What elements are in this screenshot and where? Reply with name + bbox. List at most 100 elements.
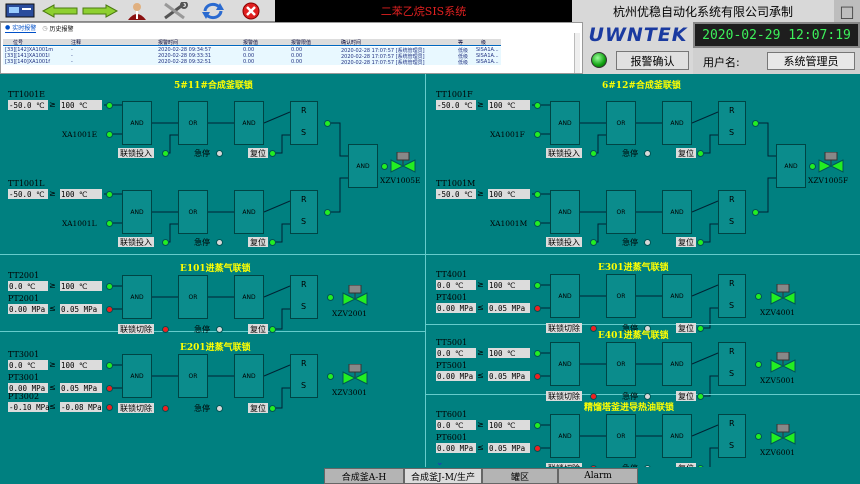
interlock-bypass-button[interactable]: 联锁切除	[118, 324, 154, 334]
pressure-input-2-status-dot	[106, 404, 113, 411]
nav-tank-farm[interactable]: 罐区	[482, 468, 558, 484]
reset-status-dot	[269, 326, 276, 333]
estop-label: 急停	[194, 404, 210, 413]
shutoff-valve-icon[interactable]	[770, 424, 796, 446]
and-out-dot	[381, 163, 388, 170]
window-restore-button[interactable]: □	[834, 0, 860, 22]
alarm-row[interactable]: [33][140]XA1001f - 2020-02-28 09:32:51 0…	[3, 59, 501, 66]
divider	[425, 324, 860, 325]
and-out-dot	[809, 163, 816, 170]
estop-status-dot	[644, 239, 651, 246]
shutoff-valve-icon[interactable]	[390, 152, 416, 174]
enable-status-dot	[590, 150, 597, 157]
temp-input-status-dot	[534, 191, 541, 198]
rs-r-label: R	[729, 106, 735, 115]
temp-input-status-dot	[106, 102, 113, 109]
estop-label: 急停	[194, 149, 210, 158]
or-gate: OR	[606, 274, 636, 318]
and-gate: AND	[234, 354, 264, 398]
interlock-bypass-button[interactable]: 联锁切除	[118, 403, 154, 413]
logo: UWNTEK	[583, 22, 693, 48]
operator-icon[interactable]	[124, 2, 150, 20]
back-arrow-icon[interactable]	[42, 2, 78, 20]
and-gate: AND	[122, 190, 152, 234]
compare-symbol: ≤	[49, 383, 56, 392]
and-gate: AND	[776, 144, 806, 188]
temp-input-value: -50.0 ℃	[8, 100, 48, 110]
compare-symbol: ≥	[477, 189, 484, 198]
rs-latch: RS	[290, 354, 318, 398]
interlock-enable-button[interactable]: 联锁投入	[118, 148, 154, 158]
valve-tag: XZV1005F	[808, 176, 849, 185]
valve-tag: XZV5001	[760, 376, 796, 385]
ack-area: 报警确认	[583, 48, 693, 74]
rs-s-label: S	[301, 302, 307, 311]
valve-tag: XZV2001	[332, 309, 368, 318]
nav-reactor-a-h[interactable]: 合成釜A-H	[324, 468, 404, 484]
clock: 2020-02-29 12:07:19	[693, 22, 860, 48]
shutoff-valve-icon[interactable]	[770, 352, 796, 374]
reset-button[interactable]: 复位	[676, 237, 696, 247]
estop-status-dot	[644, 150, 651, 157]
tab-history-alarm[interactable]: ◷ 历史报警	[42, 24, 73, 33]
bypass-status-dot	[590, 325, 597, 332]
interlock-enable-button[interactable]: 联锁投入	[546, 148, 582, 158]
monitor-icon[interactable]	[4, 2, 36, 20]
reset-status-dot	[269, 239, 276, 246]
reset-button[interactable]: 复位	[248, 324, 268, 334]
interlock-enable-button[interactable]: 联锁投入	[546, 237, 582, 247]
rs-latch: RS	[290, 101, 318, 145]
forward-arrow-icon[interactable]	[82, 2, 118, 20]
close-circle-icon[interactable]	[236, 2, 266, 20]
temp-input-status-dot	[534, 350, 541, 357]
alarm-scrollbar[interactable]	[574, 33, 580, 73]
temp-input-value: -50.0 ℃	[436, 189, 476, 199]
pressure-input-limit: 0.05 MPa	[488, 303, 530, 313]
reset-button[interactable]: 复位	[248, 148, 268, 158]
temp-input-status-dot	[534, 422, 541, 429]
reset-status-dot	[269, 405, 276, 412]
or-gate: OR	[178, 190, 208, 234]
reset-button[interactable]: 复位	[676, 323, 696, 333]
compare-symbol: ≤	[477, 371, 484, 380]
nav-reactor-j-m[interactable]: 合成釜J-M/生产	[404, 468, 482, 484]
shutoff-valve-icon[interactable]	[818, 152, 844, 174]
temp-input-tag: TT1001L	[8, 179, 45, 188]
interlock-enable-button[interactable]: 联锁投入	[118, 237, 154, 247]
shutoff-valve-icon[interactable]	[770, 284, 796, 306]
chevron-down-icon[interactable]: ⌄	[436, 458, 444, 468]
temp-input-status-dot	[106, 283, 113, 290]
tools-icon[interactable]	[160, 2, 190, 20]
estop-label: 急停	[622, 149, 638, 158]
reset-button[interactable]: 复位	[248, 403, 268, 413]
shutoff-valve-icon[interactable]	[342, 364, 368, 386]
latch-out-dot	[752, 120, 759, 127]
latch-out-dot	[327, 373, 334, 380]
interlock-bypass-button[interactable]: 联锁切除	[546, 323, 582, 333]
tab-realtime-alarm[interactable]: ● 实时报警	[5, 23, 37, 33]
interlock-bypass-button[interactable]: 联锁切除	[546, 391, 582, 401]
user-name[interactable]: 系统管理员	[767, 52, 855, 70]
latch-out-dot	[324, 209, 331, 216]
latch-out-dot	[752, 209, 759, 216]
refresh-icon[interactable]	[198, 2, 228, 20]
shutoff-valve-icon[interactable]	[342, 285, 368, 307]
alarm-table-header: 位号 注释 报警时间 报警值 报警限值 确认时间 等 级	[3, 39, 501, 46]
alarm-ack-button[interactable]: 报警确认	[616, 51, 689, 70]
pressure-input-status-dot	[534, 445, 541, 452]
system-title: 二苯乙烷SIS系统	[275, 0, 572, 22]
reset-button[interactable]: 复位	[676, 148, 696, 158]
pressure-input-value: 0.00 MPa	[436, 371, 476, 381]
rs-s-label: S	[729, 128, 735, 137]
or-gate: OR	[178, 101, 208, 145]
pressure-input-status-dot	[534, 373, 541, 380]
rs-r-label: R	[729, 347, 735, 356]
nav-alarm[interactable]: Alarm	[558, 468, 638, 484]
and-gate: AND	[662, 414, 692, 458]
or-gate: OR	[606, 414, 636, 458]
reset-button[interactable]: 复位	[676, 391, 696, 401]
reset-button[interactable]: 复位	[248, 237, 268, 247]
xa-status-dot	[534, 131, 541, 138]
temp-input-value: 0.0 ℃	[8, 281, 48, 291]
xa-status-dot	[106, 131, 113, 138]
